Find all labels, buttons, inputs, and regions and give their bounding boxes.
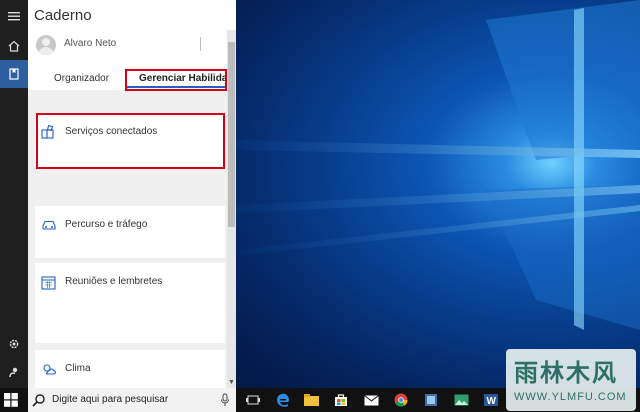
- notebook-icon[interactable]: [0, 60, 28, 88]
- user-name[interactable]: Alvaro Neto: [64, 38, 116, 49]
- task-view-icon[interactable]: [242, 390, 264, 410]
- word-icon[interactable]: W: [480, 390, 502, 410]
- card-route-traffic[interactable]: Percurso e tráfego: [35, 206, 225, 258]
- app-icon[interactable]: [420, 390, 442, 410]
- card-label: Clima: [65, 363, 91, 374]
- desktop-wallpaper: [236, 0, 640, 388]
- card-label: Reuniões e lembretes: [65, 276, 163, 287]
- mail-icon[interactable]: [360, 390, 382, 410]
- notebook-panel: Caderno Alvaro Neto Organizador Gerencia…: [28, 0, 236, 388]
- file-explorer-icon[interactable]: [300, 390, 322, 410]
- highlight-box-card: [36, 113, 225, 169]
- photos-icon[interactable]: [450, 390, 472, 410]
- windows-start-icon[interactable]: [4, 393, 18, 407]
- hamburger-menu-icon[interactable]: [0, 2, 28, 30]
- home-icon[interactable]: [0, 32, 28, 60]
- cortana-rail: [0, 0, 28, 388]
- settings-icon[interactable]: [0, 330, 28, 358]
- store-icon[interactable]: [330, 390, 352, 410]
- panel-title: Caderno: [34, 7, 92, 24]
- watermark-logo-text: 雨林木风: [514, 360, 618, 387]
- scroll-down-arrow-icon[interactable]: ▼: [227, 378, 236, 388]
- card-label: Percurso e tráfego: [65, 219, 148, 230]
- watermark-url: WWW.YLMFU.COM: [514, 391, 627, 403]
- microphone-icon[interactable]: [220, 393, 230, 412]
- search-input[interactable]: Digite aqui para pesquisar: [52, 394, 168, 405]
- svg-text:W: W: [487, 396, 497, 407]
- windows-logo-light: [236, 0, 640, 330]
- tab-organizador[interactable]: Organizador: [54, 73, 109, 84]
- scroll-thumb[interactable]: [228, 42, 235, 227]
- card-weather[interactable]: Clima: [35, 350, 225, 388]
- edge-icon[interactable]: [272, 390, 294, 410]
- car-icon: [41, 218, 57, 237]
- avatar[interactable]: [36, 35, 56, 55]
- calendar-icon: [41, 275, 56, 295]
- chrome-icon[interactable]: [390, 390, 412, 410]
- search-box[interactable]: Digite aqui para pesquisar: [28, 388, 236, 412]
- watermark-logo: 雨林木风 WWW.YLMFU.COM: [506, 349, 636, 411]
- scrollbar[interactable]: ▼: [227, 30, 236, 388]
- panel-header: Caderno Alvaro Neto Organizador Gerencia…: [28, 0, 236, 91]
- highlight-box-tab: [125, 69, 227, 91]
- divider: [200, 37, 201, 51]
- search-icon: [32, 393, 46, 412]
- feedback-icon[interactable]: [0, 358, 28, 386]
- weather-icon: [41, 362, 57, 381]
- card-meetings-reminders[interactable]: Reuniões e lembretes: [35, 263, 225, 343]
